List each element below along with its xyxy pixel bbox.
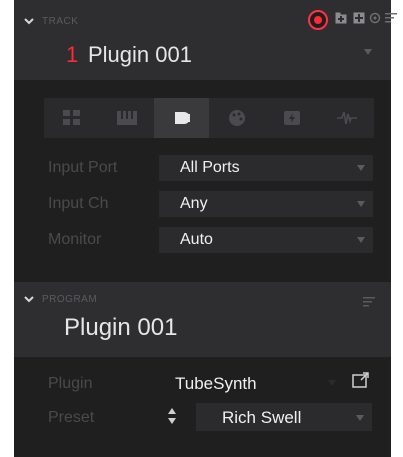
grid-view-icon [62,110,80,125]
tab-waveform[interactable] [319,98,374,138]
tab-lightning[interactable] [264,98,319,138]
track-name[interactable]: Plugin 001 [88,42,192,68]
chevron-down-icon [24,18,34,25]
chevron-down-icon [357,237,365,243]
plugin-value: TubeSynth [175,374,257,393]
preset-value: Rich Swell [222,408,302,427]
input-ch-dropdown[interactable]: Any [159,191,373,217]
track-section-caption[interactable]: TRACK [24,16,78,27]
keyboard-icon [116,111,137,125]
input-ch-value: Any [180,195,208,212]
inspector-tab-strip [44,98,374,138]
input-ch-row: Input Ch Any [14,191,391,217]
gear-icon[interactable] [369,12,381,24]
folder-add-icon[interactable] [335,12,347,24]
chevron-down-icon [328,380,336,386]
menu-lines-icon[interactable] [363,296,375,308]
preset-label: Preset [48,409,95,426]
inspector-panel: TRACK 1 Plugin 001 Input Port All Ports … [14,0,397,457]
preset-dropdown[interactable]: Rich Swell [196,403,372,431]
tab-keyboard[interactable] [99,98,154,138]
add-track-icon[interactable] [353,12,365,24]
program-name[interactable]: Plugin 001 [64,314,177,342]
track-number: 1 [66,42,79,67]
up-down-stepper-icon[interactable] [167,405,177,427]
plugin-selector[interactable]: TubeSynth [159,369,342,397]
chevron-down-icon [24,296,34,303]
monitor-label: Monitor [48,231,102,248]
monitor-row: Monitor Auto [14,227,391,253]
monitor-value: Auto [180,231,213,248]
plug-icon [174,112,190,124]
monitor-dropdown[interactable]: Auto [159,227,373,253]
tab-grid[interactable] [44,98,99,138]
track-caption-label: TRACK [42,16,79,27]
menu-lines-icon[interactable] [385,12,397,24]
chevron-down-icon [357,165,365,171]
input-ch-label: Input Ch [48,195,109,212]
track-header: TRACK 1 Plugin 001 [14,0,397,80]
program-caption-label: PROGRAM [42,294,98,305]
input-port-value: All Ports [180,159,240,176]
input-port-label: Input Port [48,159,118,176]
chevron-down-icon [356,415,364,421]
chevron-down-icon [357,201,365,207]
external-window-icon[interactable] [352,372,370,388]
input-port-dropdown[interactable]: All Ports [159,155,373,181]
chevron-down-icon[interactable] [364,48,372,56]
waveform-icon [336,111,357,125]
tab-plugin[interactable] [154,98,209,138]
plugin-label: Plugin [48,375,93,392]
tab-palette[interactable] [209,98,264,138]
record-arm-button[interactable] [308,10,328,30]
input-port-row: Input Port All Ports [14,155,391,181]
palette-icon [228,110,245,126]
lightning-icon [283,111,300,125]
program-section-caption[interactable]: PROGRAM [24,294,97,305]
